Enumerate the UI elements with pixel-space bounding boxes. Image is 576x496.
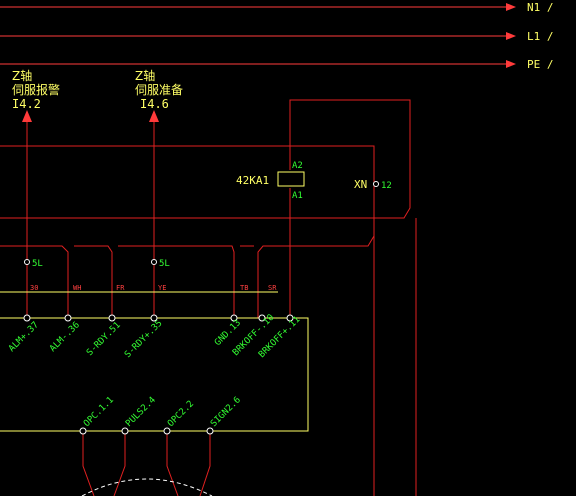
- drive-terminal-2: [64, 314, 72, 322]
- wire-bottom-1: [82, 432, 95, 496]
- bottom-terminal-3: [163, 427, 171, 435]
- bottom-terminal-1: [79, 427, 87, 435]
- signal-ready-arrow: [149, 110, 159, 122]
- relay-coil: [277, 171, 305, 187]
- signal-alarm-address: I4.2: [12, 97, 41, 111]
- signal-alarm-arrow: [22, 110, 32, 122]
- bus-label-l1: L1 /: [527, 30, 554, 43]
- signal-ready-address: I4.6: [140, 97, 169, 111]
- terminal-5l-right-label: 5L: [159, 259, 170, 269]
- bottom-pin-labels: OPC.1.1 PULS2.4 OPC2.2 SIGN2.6: [82, 395, 243, 429]
- bottom-terminal-2: [121, 427, 129, 435]
- wiring: [0, 99, 417, 496]
- bus-arrow-n1: [506, 3, 516, 11]
- wire-bus-246-b: [74, 245, 113, 318]
- wire-bottom-3: [166, 432, 179, 496]
- drive-terminal-3: [108, 314, 116, 322]
- wire-number-2: WH: [73, 284, 81, 292]
- wire-bottom-4: [199, 432, 211, 496]
- bus-label-pe: PE /: [527, 58, 554, 71]
- wire-relay-loop: [0, 99, 411, 219]
- schematic-canvas: N1 / L1 / PE / Z轴 伺服报警 I4.2 Z轴 伺服准备 I4.6: [0, 1, 554, 496]
- bus-lines: [0, 6, 506, 65]
- drive-pin-label-1: ALM+.37: [7, 320, 41, 354]
- signal-alarm-name: 伺服报警: [12, 82, 60, 97]
- wire-number-3: FR: [116, 284, 125, 292]
- wire-bottom-2: [113, 432, 126, 496]
- bottom-pin-label-4: SIGN2.6: [209, 395, 243, 429]
- signal-ready-axis: Z轴: [135, 68, 155, 83]
- bottom-pin-label-2: PULS2.4: [124, 395, 158, 429]
- relay-pin-bottom: A1: [292, 191, 303, 201]
- xn-terminal: [373, 181, 379, 187]
- terminal-5l-left-label: 5L: [32, 259, 43, 269]
- bus-arrow-pe: [506, 60, 516, 68]
- bus-arrow-l1: [506, 32, 516, 40]
- signal-ready-name: 伺服准备: [135, 83, 183, 97]
- relay-name: 42KA1: [236, 174, 269, 187]
- wire-number-6: SR: [268, 284, 277, 292]
- bottom-terminal-4: [206, 427, 214, 435]
- shield-arc: [81, 478, 213, 496]
- bottom-pin-label-1: OPC.1.1: [82, 395, 116, 429]
- relay-pin-top: A2: [292, 161, 303, 171]
- drive-pin-label-4: S-RDY+.35: [123, 319, 165, 361]
- xn-label: XN: [354, 178, 367, 191]
- wire-bus-246-c: [118, 245, 235, 318]
- bottom-pin-label-3: OPC2.2: [166, 399, 196, 429]
- signal-alarm-axis: Z轴: [12, 68, 32, 83]
- terminal-5l-left: [24, 259, 30, 265]
- wire-number-5: TB: [240, 284, 248, 292]
- wire-bus-246-a: [0, 245, 69, 318]
- wire-number-1: 30: [30, 284, 38, 292]
- drive-terminal-1: [23, 314, 31, 322]
- drive-pin-label-3: S-RDY.51: [85, 320, 123, 358]
- terminal-5l-right: [151, 259, 157, 265]
- wire-number-4: YE: [158, 284, 166, 292]
- drive-pin-label-2: ALM-.36: [48, 320, 82, 354]
- bus-arrows: [506, 3, 516, 68]
- xn-number: 12: [381, 181, 392, 191]
- bus-label-n1: N1 /: [527, 1, 554, 14]
